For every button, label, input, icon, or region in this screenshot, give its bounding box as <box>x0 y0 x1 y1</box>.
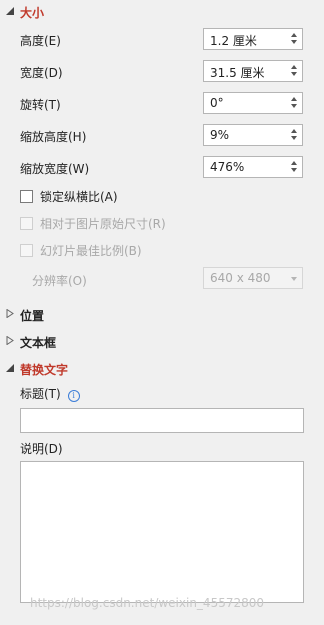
scale-height-value: 9% <box>210 128 230 142</box>
height-input[interactable]: 1.2 厘米 <box>203 28 303 50</box>
spin-up-icon[interactable] <box>291 65 297 69</box>
resolution-label: 分辨率(O) <box>32 274 87 288</box>
height-label: 高度(E) <box>20 34 61 48</box>
scale-width-label: 缩放宽度(W) <box>20 162 90 176</box>
spin-up-icon[interactable] <box>291 33 297 37</box>
spin-up-icon[interactable] <box>291 97 297 101</box>
spin-down-icon[interactable] <box>291 104 297 108</box>
rotation-value: 0° <box>210 96 224 110</box>
alt-title-input[interactable] <box>20 408 304 433</box>
rotation-input[interactable]: 0° <box>203 92 303 114</box>
relative-original-checkbox: 相对于图片原始尺寸(R) <box>20 215 166 232</box>
section-position-title[interactable]: 位置 <box>20 307 44 324</box>
width-input[interactable]: 31.5 厘米 <box>203 60 303 82</box>
section-position-expand-icon[interactable] <box>5 309 14 318</box>
scale-width-value: 476% <box>210 160 245 174</box>
section-textbox-title[interactable]: 文本框 <box>20 334 56 351</box>
spin-up-icon[interactable] <box>291 161 297 165</box>
section-size-title[interactable]: 大小 <box>20 4 44 21</box>
alt-title-label: 标题(T) <box>20 387 61 401</box>
resolution-select: 640 x 480 <box>203 267 303 289</box>
section-alt-text-title[interactable]: 替换文字 <box>20 361 68 378</box>
scale-width-input[interactable]: 476% <box>203 156 303 178</box>
scale-height-input[interactable]: 9% <box>203 124 303 146</box>
spin-down-icon[interactable] <box>291 136 297 140</box>
scale-width-spinner[interactable] <box>291 159 298 175</box>
best-slideshow-checkbox: 幻灯片最佳比例(B) <box>20 242 142 259</box>
height-spinner[interactable] <box>291 31 298 47</box>
scale-height-label: 缩放高度(H) <box>20 130 87 144</box>
spin-up-icon[interactable] <box>291 129 297 133</box>
section-size-collapse-icon[interactable] <box>5 6 14 15</box>
section-alt-text-collapse-icon[interactable] <box>5 363 14 372</box>
checkbox-box <box>20 217 33 230</box>
best-slideshow-label: 幻灯片最佳比例(B) <box>40 244 142 258</box>
alt-description-label: 说明(D) <box>20 442 63 456</box>
watermark-text: https://blog.csdn.net/weixin_45572800 <box>30 596 265 610</box>
alt-title-label-row: 标题(T) i <box>20 385 80 402</box>
lock-aspect-label: 锁定纵横比(A) <box>40 190 118 204</box>
rotation-spinner[interactable] <box>291 95 298 111</box>
width-value: 31.5 厘米 <box>210 66 265 80</box>
section-textbox-expand-icon[interactable] <box>5 336 14 345</box>
info-icon[interactable]: i <box>67 390 80 402</box>
width-spinner[interactable] <box>291 63 298 79</box>
checkbox-box[interactable] <box>20 190 33 203</box>
spin-down-icon[interactable] <box>291 40 297 44</box>
width-label: 宽度(D) <box>20 66 63 80</box>
scale-height-spinner[interactable] <box>291 127 298 143</box>
resolution-value: 640 x 480 <box>210 271 271 285</box>
spin-down-icon[interactable] <box>291 72 297 76</box>
spin-down-icon[interactable] <box>291 168 297 172</box>
lock-aspect-checkbox[interactable]: 锁定纵横比(A) <box>20 188 118 205</box>
alt-description-textarea[interactable] <box>20 461 304 603</box>
chevron-down-icon <box>291 277 297 281</box>
height-value: 1.2 厘米 <box>210 34 257 48</box>
relative-original-label: 相对于图片原始尺寸(R) <box>40 217 166 231</box>
rotation-label: 旋转(T) <box>20 98 61 112</box>
checkbox-box <box>20 244 33 257</box>
